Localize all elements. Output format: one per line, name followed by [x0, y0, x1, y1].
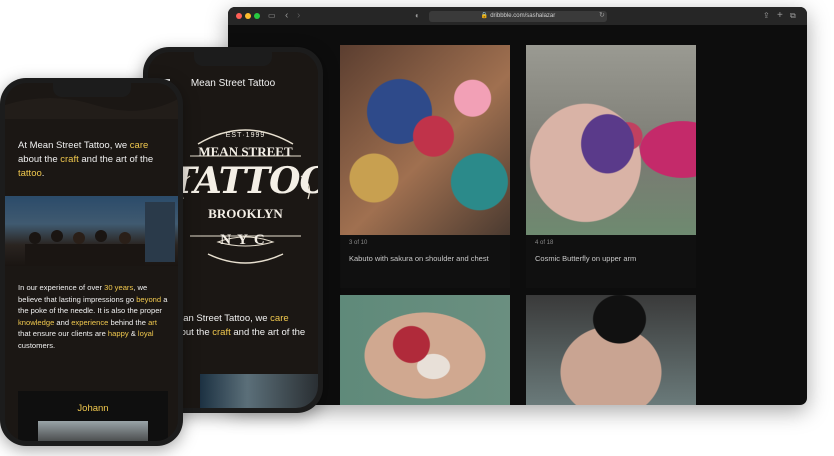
browser-toolbar: ▭ ‹ › ◐ 🔒 dribbble.com/sashalazar ↻ ⇪ + ⧉	[228, 7, 807, 25]
studio-photo	[5, 196, 178, 266]
phone-mockup: At Mean Street Tattoo, we care about the…	[0, 78, 183, 446]
shot-card[interactable]: 3 of 10 Kabuto with sakura on shoulder a…	[340, 45, 510, 288]
forward-icon[interactable]: ›	[297, 9, 300, 23]
shot-info: 4 of 18 Cosmic Butterfly on upper arm	[526, 235, 696, 288]
highlight-craft: craft	[212, 327, 231, 338]
body-paragraph: In our experience of over 30 years, we b…	[18, 282, 170, 351]
shot-card[interactable]	[526, 295, 696, 405]
text-span: and the art of the	[230, 327, 306, 338]
highlight-happy: happy	[107, 329, 129, 338]
intro-paragraph: Mean Street Tattoo, we care about the cra…	[170, 312, 318, 354]
shot-card[interactable]	[340, 295, 510, 405]
text-span: that ensure our clients are	[18, 329, 108, 338]
text-span: .	[41, 168, 45, 179]
back-icon[interactable]: ‹	[285, 9, 288, 23]
highlight-craft: craft	[60, 154, 79, 165]
logo-est: EST·1999	[225, 132, 266, 139]
zoom-window-button[interactable]	[254, 13, 260, 19]
highlight-beyond: beyond	[136, 294, 162, 304]
highlight-art: art	[148, 317, 157, 327]
shot-caption: Kabuto with sakura on shoulder and chest	[349, 254, 489, 263]
wave-divider	[5, 98, 178, 119]
tattoo-photo[interactable]	[340, 295, 510, 405]
address-bar[interactable]: 🔒 dribbble.com/sashalazar	[429, 11, 607, 22]
phone-notch	[194, 52, 272, 66]
highlight-knowledge: knowledge	[18, 317, 55, 327]
text-span: At Mean Street Tattoo, we	[18, 140, 130, 151]
sidebar-toggle-icon[interactable]: ▭	[268, 9, 276, 23]
tattoo-photo[interactable]	[340, 45, 510, 235]
shot-counter: 4 of 18	[535, 240, 554, 246]
logo-line4: NYC	[220, 232, 271, 248]
privacy-shield-icon[interactable]: ◐	[415, 9, 420, 23]
highlight-loyal: loyal	[137, 329, 154, 338]
highlight-tattoo: tattoo	[18, 168, 42, 179]
intro-paragraph: At Mean Street Tattoo, we care about the…	[18, 139, 168, 181]
shot-counter: 3 of 10	[349, 240, 368, 246]
phone-screen: At Mean Street Tattoo, we care about the…	[5, 83, 178, 441]
text-span: &	[128, 329, 138, 338]
studio-photo-figures	[25, 202, 175, 266]
studio-photo	[200, 374, 318, 408]
new-tab-icon[interactable]: +	[777, 9, 783, 23]
tattoo-photo[interactable]	[526, 45, 696, 235]
reload-icon[interactable]: ↻	[599, 9, 605, 23]
highlight-years: 30 years	[104, 283, 134, 292]
artist-photo	[38, 421, 148, 441]
text-span: behind the	[108, 317, 149, 327]
lock-icon: 🔒	[480, 13, 489, 19]
shot-card[interactable]: 4 of 18 Cosmic Butterfly on upper arm	[526, 45, 696, 288]
artist-card[interactable]: Johann	[18, 391, 168, 441]
highlight-care: care	[129, 140, 149, 151]
logo-line3: BROOKLYN	[208, 206, 283, 221]
text-span: and the art of the	[78, 154, 154, 165]
logo-line1: MEAN STREET	[198, 144, 293, 159]
tab-overview-icon[interactable]: ⧉	[790, 9, 796, 23]
shot-info: 3 of 10 Kabuto with sakura on shoulder a…	[340, 235, 510, 288]
tattoo-photo[interactable]	[526, 295, 696, 405]
text-span: customers.	[18, 340, 56, 350]
tattoo-shop-logo: EST·1999 MEAN STREET TATTOO BROOKLYN NYC	[170, 114, 318, 274]
highlight-care: care	[270, 313, 289, 324]
share-icon[interactable]: ⇪	[763, 9, 770, 23]
close-window-button[interactable]	[236, 13, 242, 19]
highlight-experience: experience	[71, 317, 109, 327]
url-text: dribbble.com/sashalazar	[490, 13, 556, 19]
text-span: about the	[18, 154, 61, 165]
shot-caption: Cosmic Butterfly on upper arm	[535, 254, 637, 263]
text-span: and	[54, 317, 72, 327]
minimize-window-button[interactable]	[245, 13, 251, 19]
text-span: In our experience of over	[18, 283, 105, 292]
text-span: Mean Street Tattoo, we	[170, 313, 271, 324]
artist-name: Johann	[77, 403, 109, 414]
logo-line2: TATTOO	[170, 160, 318, 202]
